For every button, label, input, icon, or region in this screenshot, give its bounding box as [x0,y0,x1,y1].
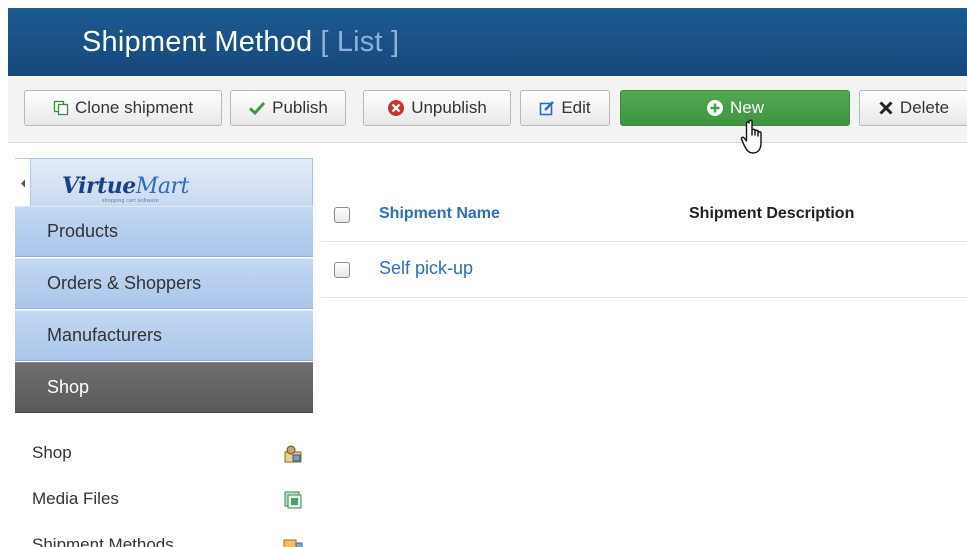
sidebar-collapse-toggle[interactable] [15,158,31,210]
new-button[interactable]: New [620,90,850,126]
sidebar-subitem-label: Shipment Methods [32,535,174,547]
select-all-checkbox[interactable] [334,207,350,223]
sidebar-subitem-shipment-methods[interactable]: Shipment Methods [15,522,313,547]
column-header-shipment-name[interactable]: Shipment Name [379,205,500,223]
virtuemart-logo: VirtueMart [62,173,189,199]
media-files-icon [283,490,303,515]
sidebar-item-shop[interactable]: Shop [15,362,313,413]
toolbar: Clone shipment Publish Unpublish Edit Ne… [8,76,967,143]
delete-label: Delete [899,98,950,117]
sidebar-item-label: Products [47,221,119,241]
sidebar-item-manufacturers[interactable]: Manufacturers [15,310,313,361]
unpublish-label: Unpublish [411,98,487,117]
table-header-row: Shipment Name Shipment Description [321,186,967,242]
unpublish-button[interactable]: Unpublish [363,90,511,126]
shipment-name-link[interactable]: Self pick-up [379,258,473,279]
chevron-left-icon [20,175,26,193]
row-checkbox[interactable] [334,262,350,278]
logo-text-main: Virtue [62,173,136,199]
sidebar-item-products[interactable]: Products [15,206,313,257]
clone-shipment-label: Clone shipment [74,98,194,117]
checkmark-icon [248,100,266,116]
new-label: New [729,98,764,117]
delete-icon [878,100,894,116]
sidebar-subitem-shop[interactable]: Shop [15,430,313,476]
page-title: Shipment Method[ List ] [82,26,399,59]
shipment-methods-icon [283,536,303,547]
page-subtitle: [ List ] [320,25,400,58]
sidebar-subitem-label: Shop [32,443,72,462]
delete-button[interactable]: Delete [859,90,967,126]
publish-button[interactable]: Publish [230,90,346,126]
publish-label: Publish [272,98,328,117]
logo-text-accent: Mart [135,174,190,199]
unpublish-icon [387,99,405,117]
copy-icon [53,100,69,116]
page-header: Shipment Method[ List ] [8,8,967,76]
sidebar-item-label: Manufacturers [47,325,163,345]
sidebar-subitem-media-files[interactable]: Media Files [15,476,313,522]
sidebar: VirtueMart shopping cart software Produc… [15,158,313,547]
logo-tagline: shopping cart software [102,198,159,204]
edit-label: Edit [561,98,591,117]
sidebar-item-orders-shoppers[interactable]: Orders & Shoppers [15,258,313,309]
plus-circle-icon [706,99,724,117]
sidebar-item-label: Shop [47,377,90,397]
shipment-methods-table: Shipment Name Shipment Description Self … [321,186,967,298]
virtuemart-logo-area: VirtueMart shopping cart software [15,158,313,206]
hand-cursor-icon [740,119,770,162]
edit-button[interactable]: Edit [520,90,610,126]
sidebar-item-label: Orders & Shoppers [47,273,202,293]
page-title-text: Shipment Method [82,25,313,58]
table-row: Self pick-up [321,242,967,298]
column-header-shipment-description: Shipment Description [689,205,855,222]
shop-icon [283,444,303,469]
clone-shipment-button[interactable]: Clone shipment [24,90,222,126]
edit-icon [539,100,555,116]
sidebar-subitem-label: Media Files [32,489,119,508]
